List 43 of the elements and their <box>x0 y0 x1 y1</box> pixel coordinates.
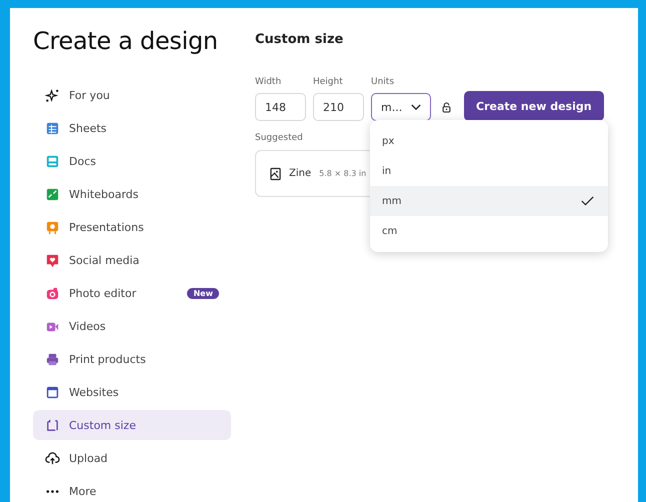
check-icon <box>581 196 594 206</box>
sidebar-item[interactable]: More <box>33 476 231 502</box>
field-label: Width <box>255 77 282 87</box>
sidebar-item[interactable]: Print products <box>33 344 231 374</box>
section-heading: Custom size <box>255 32 344 47</box>
sidebar-item[interactable]: Social media <box>33 245 231 275</box>
sidebar-item[interactable]: Custom size <box>33 410 231 440</box>
cloud-upload-icon <box>45 450 60 466</box>
suggestion-name: Zine <box>289 168 312 179</box>
print-icon <box>45 352 60 366</box>
page-title: Create a design <box>33 26 219 56</box>
sidebar-item[interactable]: Whiteboards <box>33 179 231 209</box>
sheets-icon <box>45 120 60 136</box>
social-icon <box>45 252 60 268</box>
websites-icon <box>45 384 60 400</box>
sidebar-item[interactable]: For you <box>33 80 231 110</box>
sidebar-item[interactable]: Photo editor New <box>33 278 231 308</box>
sidebar-item[interactable]: Upload <box>33 443 231 473</box>
chevron-down-icon <box>411 104 421 110</box>
more-icon <box>45 488 60 494</box>
unit-option[interactable]: mm <box>370 186 608 216</box>
unit-option[interactable]: cm <box>370 216 608 246</box>
sidebar-item[interactable]: Websites <box>33 377 231 407</box>
height-field[interactable]: 210 <box>313 93 364 121</box>
suggested-label: Suggested <box>255 133 303 143</box>
new-badge: New <box>187 288 219 298</box>
sparkle-icon <box>45 88 60 102</box>
field-label: Units <box>371 77 396 87</box>
docs-icon <box>45 154 60 168</box>
resize-icon <box>45 418 60 432</box>
suggestion-size: 5.8 × 8.3 in <box>319 169 366 178</box>
sidebar-item[interactable]: Sheets <box>33 113 231 143</box>
presentations-icon <box>45 220 60 234</box>
width-field[interactable]: 148 <box>255 93 306 121</box>
photo-icon <box>45 286 60 300</box>
unlock-icon[interactable] <box>442 102 451 113</box>
sidebar-item[interactable]: Docs <box>33 146 231 176</box>
sidebar-item[interactable]: Presentations <box>33 212 231 242</box>
field-label: Height <box>313 77 344 87</box>
image-icon <box>270 166 281 180</box>
sidebar-item[interactable]: Videos <box>33 311 231 341</box>
create-new-design-button[interactable]: Create new design <box>464 91 604 121</box>
whiteboards-icon <box>45 186 60 202</box>
